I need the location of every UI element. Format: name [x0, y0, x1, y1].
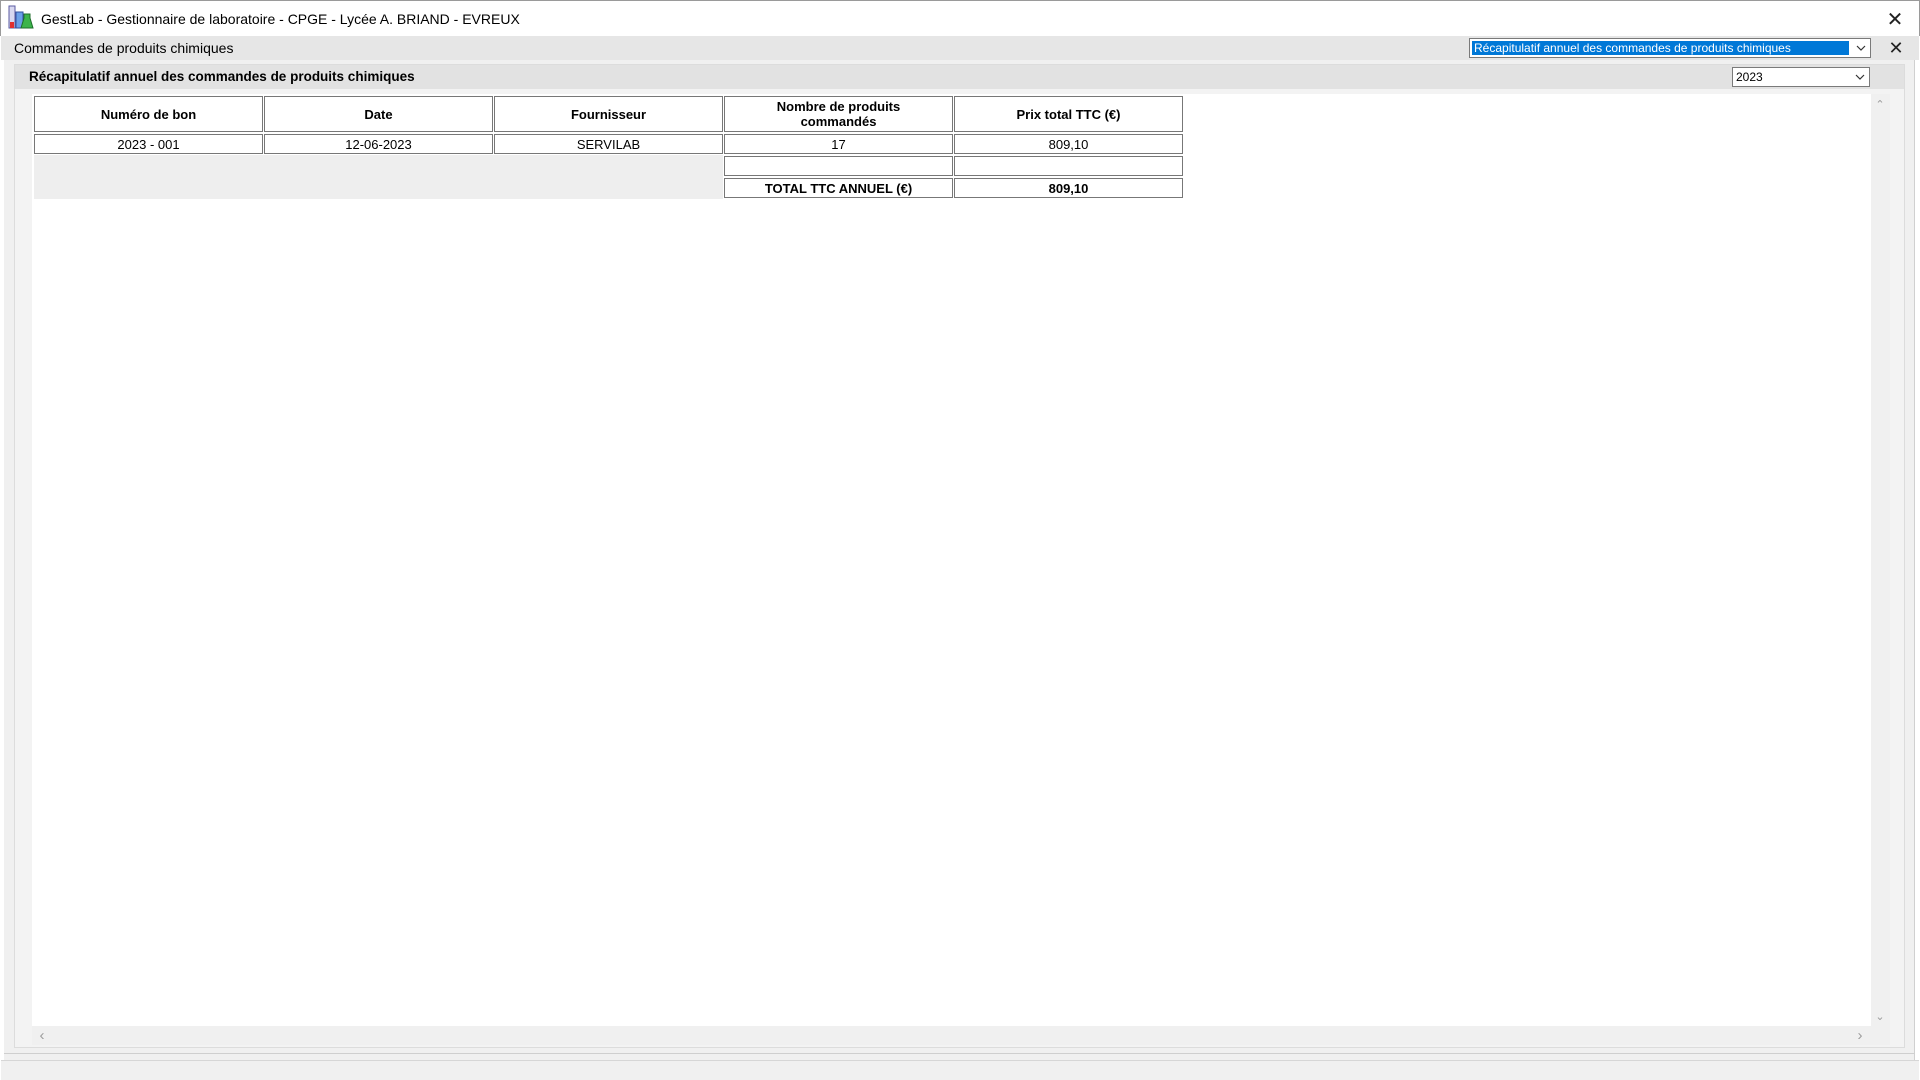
column-header-nombre: Nombre de produits commandés [724, 96, 953, 132]
cell-nombre: 17 [724, 134, 953, 154]
report-content: Numéro de bon Date Fournisseur Nombre de… [32, 94, 1871, 1026]
column-header-prix: Prix total TTC (€) [954, 96, 1183, 132]
chevron-down-icon [1852, 39, 1870, 57]
scroll-down-icon[interactable]: ⌄ [1872, 1008, 1888, 1024]
cell-fournisseur: SERVILAB [494, 134, 723, 154]
vertical-scrollbar[interactable]: ⌃ ⌄ [1871, 94, 1890, 1026]
table-filler [34, 155, 723, 199]
column-header-date: Date [264, 96, 493, 132]
empty-cell [724, 156, 953, 176]
report-type-select-value: Récapitulatif annuel des commandes de pr… [1472, 41, 1849, 55]
close-icon: ✕ [1888, 37, 1904, 58]
title-bar: GestLab - Gestionnaire de laboratoire - … [0, 0, 1920, 36]
scroll-corner [1871, 1026, 1890, 1045]
scroll-right-icon[interactable]: › [1852, 1027, 1868, 1044]
report-panel-title: Récapitulatif annuel des commandes de pr… [29, 69, 415, 84]
chevron-down-icon [1851, 74, 1869, 80]
column-header-numero: Numéro de bon [34, 96, 263, 132]
cell-prix: 809,10 [954, 134, 1183, 154]
horizontal-scrollbar[interactable]: ‹ › [32, 1026, 1871, 1045]
year-select-value: 2023 [1736, 70, 1763, 84]
window-title: GestLab - Gestionnaire de laboratoire - … [41, 11, 520, 27]
module-bar: Commandes de produits chimiques Récapitu… [1, 36, 1919, 60]
gestlab-app-icon [8, 5, 34, 29]
total-value: 809,10 [954, 178, 1183, 198]
year-select[interactable]: 2023 [1732, 67, 1870, 87]
module-close-button[interactable]: ✕ [1881, 36, 1911, 60]
report-type-select[interactable]: Récapitulatif annuel des commandes de pr… [1469, 38, 1871, 58]
total-label: TOTAL TTC ANNUEL (€) [724, 178, 953, 198]
scroll-left-icon[interactable]: ‹ [34, 1027, 50, 1044]
module-title: Commandes de produits chimiques [14, 40, 234, 56]
cell-numero: 2023 - 001 [34, 134, 263, 154]
cell-date: 12-06-2023 [264, 134, 493, 154]
status-footer [1, 1060, 1919, 1080]
scroll-up-icon[interactable]: ⌃ [1872, 96, 1888, 112]
frame-separator [4, 1053, 1915, 1054]
window-close-button[interactable]: ✕ [1877, 5, 1913, 33]
column-header-fournisseur: Fournisseur [494, 96, 723, 132]
empty-cell [954, 156, 1183, 176]
close-icon: ✕ [1886, 8, 1904, 31]
